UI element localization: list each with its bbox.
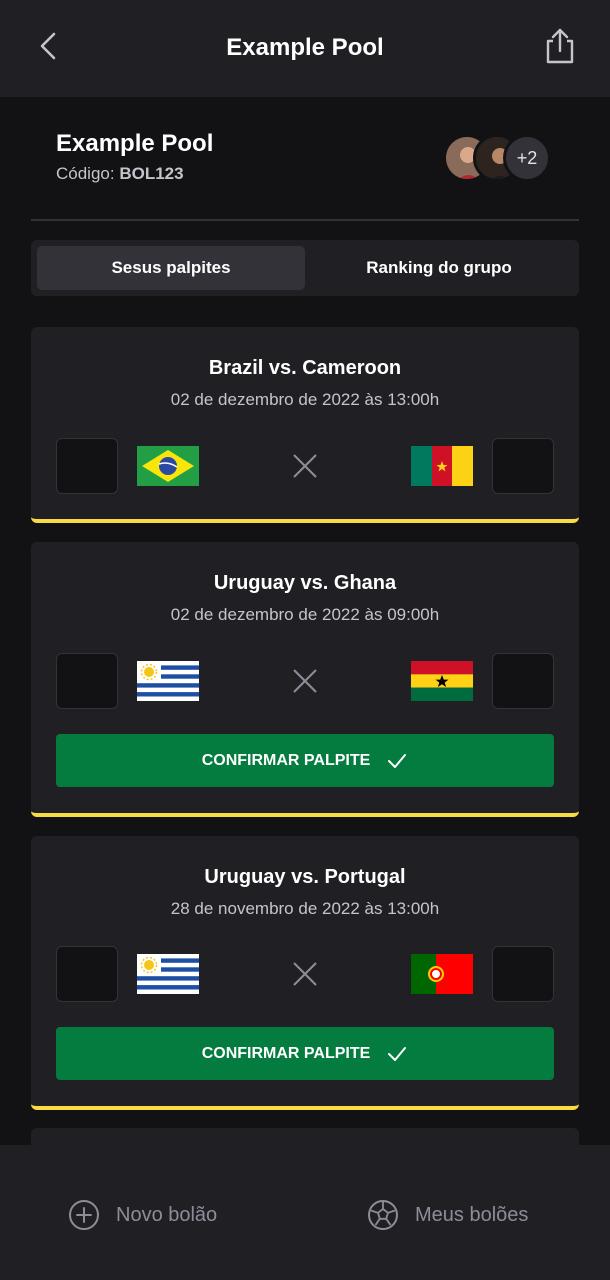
- versus-x-icon: [293, 669, 317, 693]
- match-title: Brazil vs. Cameroon: [208, 357, 402, 379]
- confirm-guess-button[interactable]: CONFIRMAR PALPITE: [56, 1027, 554, 1080]
- tab-group-ranking[interactable]: Ranking do grupo: [305, 246, 573, 290]
- pool-code-label: Código:: [56, 164, 115, 183]
- nav-new-pool[interactable]: Novo bolão: [68, 1197, 217, 1233]
- bottom-navigation: Novo bolão Meus bolões: [0, 1145, 610, 1280]
- tab-your-guesses[interactable]: Sesus palpites: [37, 246, 305, 290]
- home-score-input[interactable]: [56, 653, 118, 709]
- nav-my-pools-label: Meus bolões: [415, 1203, 529, 1226]
- match-date: 28 de novembro de 2022 às 13:00h: [170, 899, 440, 918]
- portugal-flag: [411, 954, 473, 994]
- share-icon[interactable]: [538, 24, 582, 68]
- away-score-input[interactable]: [492, 653, 554, 709]
- check-icon: [388, 1046, 407, 1061]
- match-card: Brazil vs. Cameroon 02 de dezembro de 20…: [31, 327, 579, 523]
- pool-code-value: BOL123: [119, 164, 184, 183]
- ghana-flag: [411, 661, 473, 701]
- top-bar: Example Pool: [0, 0, 610, 97]
- match-title: Uruguay vs. Portugal: [204, 866, 406, 888]
- uruguay-flag: [137, 661, 199, 701]
- cameroon-flag: [411, 446, 473, 486]
- extra-participants-badge: +2: [503, 134, 551, 182]
- plus-circle-icon: [69, 1200, 99, 1230]
- away-score-input[interactable]: [492, 438, 554, 494]
- confirm-guess-label: CONFIRMAR PALPITE: [201, 1044, 371, 1062]
- uruguay-flag: [137, 954, 199, 994]
- nav-my-pools[interactable]: Meus bolões: [367, 1197, 528, 1233]
- soccer-ball-icon: [368, 1200, 398, 1230]
- tab-bar: Sesus palpites Ranking do grupo: [31, 240, 579, 296]
- divider: [31, 219, 579, 221]
- brazil-flag: [137, 446, 199, 486]
- match-card: Uruguay vs. Portugal 28 de novembro de 2…: [31, 836, 579, 1110]
- home-score-input[interactable]: [56, 438, 118, 494]
- page-title: Example Pool: [226, 34, 384, 61]
- match-date: 02 de dezembro de 2022 às 13:00h: [170, 390, 440, 409]
- participants-avatars[interactable]: +2: [443, 134, 558, 184]
- versus-x-icon: [293, 454, 317, 478]
- pool-name: Example Pool: [56, 130, 214, 157]
- versus-x-icon: [293, 962, 317, 986]
- pool-info: Example Pool Código: BOL123: [56, 130, 213, 184]
- match-date: 02 de dezembro de 2022 às 09:00h: [170, 605, 440, 624]
- away-score-input[interactable]: [492, 946, 554, 1002]
- confirm-guess-label: CONFIRMAR PALPITE: [201, 751, 371, 769]
- confirm-guess-button[interactable]: CONFIRMAR PALPITE: [56, 734, 554, 787]
- pool-code: Código: BOL123: [56, 164, 213, 184]
- match-card: Uruguay vs. Ghana 02 de dezembro de 2022…: [31, 542, 579, 817]
- match-title: Uruguay vs. Ghana: [213, 572, 397, 594]
- home-score-input[interactable]: [56, 946, 118, 1002]
- nav-new-pool-label: Novo bolão: [116, 1203, 218, 1226]
- check-icon: [388, 753, 407, 768]
